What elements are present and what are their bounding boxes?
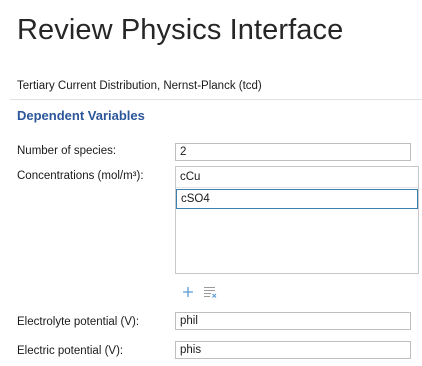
- clear-table-button[interactable]: [202, 284, 218, 300]
- number-of-species-field[interactable]: [175, 143, 411, 161]
- plus-icon: [183, 287, 193, 297]
- electric-potential-label: Electric potential (V):: [17, 345, 124, 357]
- physics-interface-name: Tertiary Current Distribution, Nernst-Pl…: [17, 80, 262, 92]
- section-title-dependent-variables[interactable]: Dependent Variables: [17, 108, 145, 123]
- species-label: Number of species:: [17, 145, 117, 157]
- concentrations-label: Concentrations (mol/m³):: [17, 170, 144, 182]
- add-button[interactable]: [180, 284, 196, 300]
- clear-table-icon: [204, 287, 217, 298]
- concentrations-list[interactable]: cCu cSO4: [175, 166, 419, 274]
- electrolyte-potential-field[interactable]: [175, 312, 411, 330]
- page-title: Review Physics Interface: [17, 14, 344, 46]
- divider: [10, 99, 422, 100]
- list-item[interactable]: cCu: [176, 168, 418, 188]
- list-item-selected[interactable]: cSO4: [176, 189, 418, 209]
- electric-potential-field[interactable]: [175, 341, 411, 359]
- electrolyte-potential-label: Electrolyte potential (V):: [17, 316, 140, 328]
